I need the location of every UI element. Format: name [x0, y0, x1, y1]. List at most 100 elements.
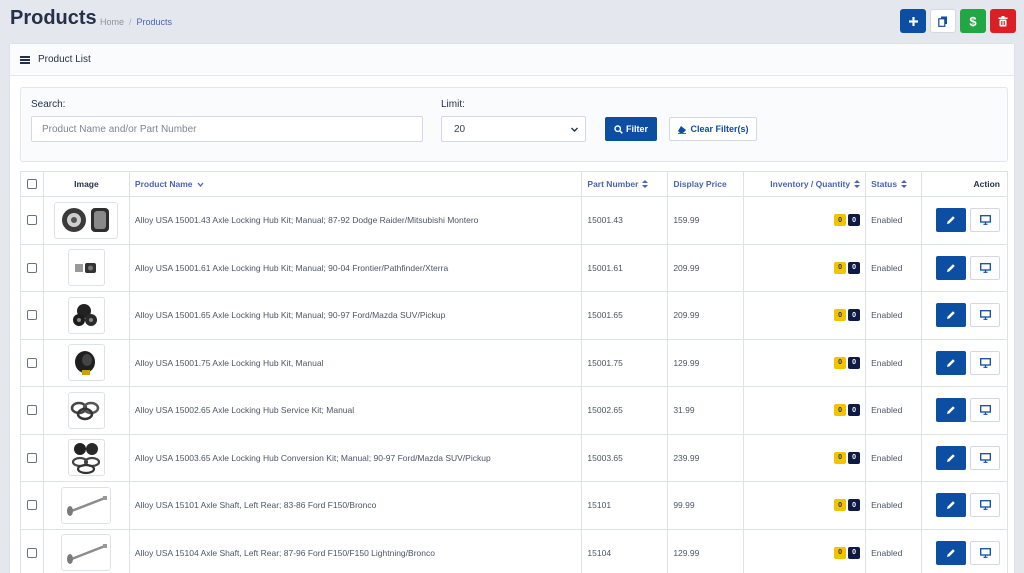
row-checkbox[interactable] [26, 310, 37, 321]
inventory-badge: 0 [834, 261, 847, 274]
breadcrumb-home[interactable]: Home [100, 17, 124, 27]
quantity-badge: 0 [848, 356, 861, 369]
column-header-status[interactable]: Status [866, 172, 923, 196]
product-thumbnail[interactable] [67, 439, 105, 477]
product-image-cell [44, 387, 130, 434]
pencil-icon [947, 263, 955, 272]
copy-icon [938, 16, 947, 27]
inventory-badge: 0 [834, 214, 847, 227]
pencil-icon [947, 311, 955, 320]
clear-filters-label: Clear Filter(s) [690, 124, 749, 134]
inventory-quantity: 00 [744, 529, 867, 573]
inventory-quantity: 00 [744, 434, 867, 481]
pencil-icon [947, 501, 955, 510]
add-product-button[interactable] [900, 9, 926, 33]
status-text: Enabled [866, 529, 923, 573]
row-checkbox[interactable] [26, 500, 37, 511]
part-number: 15104 [582, 529, 669, 573]
row-actions [922, 434, 1008, 481]
edit-button[interactable] [936, 255, 966, 280]
column-header-action: Action [922, 172, 1008, 196]
sort-icon [901, 180, 908, 188]
row-checkbox[interactable] [26, 215, 37, 226]
product-thumbnail[interactable] [67, 391, 105, 429]
inventory-quantity: 00 [744, 339, 867, 386]
row-actions [922, 339, 1008, 386]
table-row: Alloy USA 15001.61 Axle Locking Hub Kit;… [21, 244, 1008, 292]
edit-button[interactable] [936, 445, 966, 470]
select-all-cell [21, 172, 44, 196]
column-header-price: Display Price [668, 172, 745, 196]
limit-value: 20 [454, 123, 466, 135]
table-header-row: Image Product Name Part Number Display P… [21, 172, 1008, 197]
list-icon [20, 55, 30, 64]
edit-button[interactable] [936, 303, 966, 328]
table-row: Alloy USA 15104 Axle Shaft, Left Rear; 8… [21, 529, 1008, 573]
product-thumbnail[interactable] [67, 296, 105, 334]
part-number: 15001.65 [582, 292, 669, 339]
product-thumbnail[interactable] [67, 344, 105, 382]
price-button[interactable]: $ [960, 9, 986, 33]
row-checkbox[interactable] [26, 452, 37, 463]
quantity-badge: 0 [848, 309, 861, 322]
product-image-cell [44, 244, 130, 291]
status-text: Enabled [866, 434, 923, 481]
row-select-cell [21, 292, 44, 339]
display-price: 31.99 [668, 387, 745, 434]
view-button[interactable] [970, 493, 1000, 518]
product-name: Alloy USA 15002.65 Axle Locking Hub Serv… [130, 387, 583, 434]
select-all-checkbox[interactable] [26, 179, 37, 189]
row-actions [922, 244, 1008, 291]
column-header-part-number[interactable]: Part Number [582, 172, 669, 196]
row-checkbox[interactable] [26, 357, 37, 368]
trash-icon [998, 15, 1008, 26]
edit-button[interactable] [936, 493, 966, 518]
edit-button[interactable] [936, 540, 966, 565]
inventory-quantity: 00 [744, 387, 867, 434]
quantity-badge: 0 [848, 451, 861, 464]
view-button[interactable] [970, 398, 1000, 423]
column-header-name[interactable]: Product Name [130, 172, 583, 196]
column-header-inventory[interactable]: Inventory / Quantity [744, 172, 867, 196]
limit-select[interactable]: 20 [441, 116, 586, 142]
status-text: Enabled [866, 482, 923, 529]
delete-product-button[interactable] [990, 9, 1016, 33]
display-price: 239.99 [668, 434, 745, 481]
part-number: 15001.61 [582, 244, 669, 291]
copy-product-button[interactable] [930, 9, 956, 33]
row-checkbox[interactable] [26, 547, 37, 558]
status-text: Enabled [866, 339, 923, 386]
table-row: Alloy USA 15001.43 Axle Locking Hub Kit;… [21, 197, 1008, 245]
row-select-cell [21, 387, 44, 434]
view-button[interactable] [970, 208, 1000, 233]
filter-button[interactable]: Filter [605, 117, 657, 141]
part-number: 15001.43 [582, 197, 669, 244]
view-button[interactable] [970, 303, 1000, 328]
part-number: 15002.65 [582, 387, 669, 434]
view-button[interactable] [970, 255, 1000, 280]
clear-filters-button[interactable]: Clear Filter(s) [669, 117, 757, 141]
row-select-cell [21, 339, 44, 386]
view-button[interactable] [970, 350, 1000, 375]
status-text: Enabled [866, 292, 923, 339]
edit-button[interactable] [936, 398, 966, 423]
pencil-icon [947, 216, 955, 225]
product-thumbnail[interactable] [61, 534, 112, 572]
product-image [75, 262, 97, 273]
product-thumbnail[interactable] [61, 486, 112, 524]
table-row: Alloy USA 15001.75 Axle Locking Hub Kit,… [21, 339, 1008, 387]
edit-button[interactable] [936, 350, 966, 375]
part-number: 15003.65 [582, 434, 669, 481]
view-button[interactable] [970, 540, 1000, 565]
product-thumbnail[interactable] [54, 201, 119, 239]
row-actions [922, 529, 1008, 573]
view-button[interactable] [970, 445, 1000, 470]
row-checkbox[interactable] [26, 262, 37, 273]
status-text: Enabled [866, 244, 923, 291]
product-image [67, 496, 108, 517]
status-text: Enabled [866, 197, 923, 244]
row-checkbox[interactable] [26, 405, 37, 416]
product-thumbnail[interactable] [67, 249, 105, 287]
edit-button[interactable] [936, 208, 966, 233]
search-input[interactable] [31, 116, 423, 142]
